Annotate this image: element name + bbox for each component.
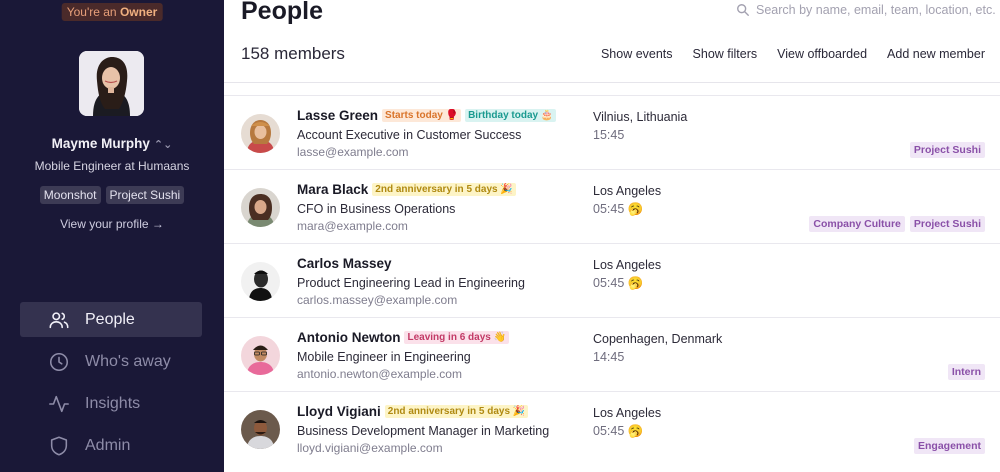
- person-name-row: Mara Black 2nd anniversary in 5 days 🎉: [297, 182, 516, 197]
- profile-role: Mobile Engineer at Humaans: [34, 159, 190, 173]
- view-offboarded-button[interactable]: View offboarded: [777, 47, 867, 61]
- list-item[interactable]: Carlos Massey Product Engineering Lead i…: [224, 243, 1000, 317]
- page-title: People: [241, 0, 323, 25]
- search-icon: [737, 4, 749, 16]
- profile-avatar[interactable]: [79, 51, 144, 116]
- show-events-button[interactable]: Show events: [601, 47, 673, 61]
- person-email[interactable]: lloyd.vigiani@example.com: [297, 441, 443, 455]
- chevron-updown-icon[interactable]: ⌃⌄: [154, 139, 172, 151]
- main-content: People Search by name, email, team, loca…: [224, 0, 1000, 472]
- profile-tag[interactable]: Moonshot: [39, 186, 101, 204]
- people-icon: [49, 311, 69, 328]
- members-count: 158 members: [241, 44, 345, 63]
- person-local-time: 05:45 🥱: [593, 276, 644, 290]
- person-email[interactable]: mara@example.com: [297, 219, 408, 233]
- avatar[interactable]: [241, 410, 280, 449]
- person-local-time: 05:45 🥱: [593, 202, 644, 216]
- person-location: Los Angeles: [593, 406, 662, 420]
- person-location: Los Angeles: [593, 184, 662, 198]
- person-name-row: Carlos Massey: [297, 256, 392, 271]
- divider: [224, 82, 1000, 83]
- avatar[interactable]: [241, 336, 280, 375]
- view-profile-link[interactable]: View your profile →: [0, 217, 224, 231]
- profile-name[interactable]: Mayme Murphy ⌃⌄: [0, 136, 224, 151]
- shield-icon: [50, 436, 68, 455]
- person-tags: Engagement: [913, 438, 985, 454]
- team-tag[interactable]: Project Sushi: [909, 142, 985, 158]
- person-local-time: 05:45 🥱: [593, 424, 644, 438]
- nav-item-whos-away[interactable]: Who's away: [20, 344, 202, 379]
- person-name-row: Lloyd Vigiani 2nd anniversary in 5 days …: [297, 404, 529, 419]
- team-tag[interactable]: Project Sushi: [909, 216, 985, 232]
- person-name-row: Antonio Newton Leaving in 6 days 👋: [297, 330, 510, 345]
- person-tags: Project Sushi: [909, 142, 985, 158]
- person-local-time: 15:45: [593, 128, 625, 142]
- list-item[interactable]: Antonio Newton Leaving in 6 days 👋 Mobil…: [224, 317, 1000, 391]
- person-tags: Intern: [947, 364, 985, 380]
- avatar[interactable]: [241, 114, 280, 153]
- people-list: Lasse Green Starts today 🥊 Birthday toda…: [224, 95, 1000, 465]
- person-name[interactable]: Carlos Massey: [297, 256, 392, 271]
- person-email[interactable]: antonio.newton@example.com: [297, 367, 462, 381]
- clock-icon: [49, 352, 69, 371]
- person-title: Product Engineering Lead in Engineering: [297, 276, 525, 290]
- nav-item-people[interactable]: People: [20, 302, 202, 337]
- show-filters-button[interactable]: Show filters: [693, 47, 758, 61]
- team-tag[interactable]: Company Culture: [809, 216, 905, 232]
- list-item[interactable]: Lloyd Vigiani 2nd anniversary in 5 days …: [224, 391, 1000, 465]
- status-badge: 2nd anniversary in 5 days 🎉: [372, 183, 516, 196]
- person-name[interactable]: Antonio Newton: [297, 330, 400, 345]
- status-badge: Birthday today 🎂: [465, 109, 557, 122]
- team-tag[interactable]: Intern: [947, 364, 985, 380]
- person-name[interactable]: Mara Black: [297, 182, 368, 197]
- add-new-member-button[interactable]: Add new member: [887, 47, 985, 61]
- person-location: Copenhagen, Denmark: [593, 332, 723, 346]
- person-location: Los Angeles: [593, 258, 662, 272]
- person-location: Vilnius, Lithuania: [593, 110, 688, 124]
- avatar[interactable]: [241, 262, 280, 301]
- person-title: Mobile Engineer in Engineering: [297, 350, 471, 364]
- search-input[interactable]: Search by name, email, team, location, e…: [736, 3, 996, 17]
- avatar[interactable]: [241, 188, 280, 227]
- status-badge: Starts today 🥊: [382, 109, 462, 122]
- nav-item-admin[interactable]: Admin: [20, 428, 202, 463]
- person-tags: Company Culture Project Sushi: [809, 216, 985, 232]
- profile-tag[interactable]: Project Sushi: [105, 186, 185, 204]
- profile-tags: Moonshot Project Sushi: [0, 186, 224, 204]
- status-badge: 2nd anniversary in 5 days 🎉: [384, 405, 529, 418]
- list-item[interactable]: Lasse Green Starts today 🥊 Birthday toda…: [224, 95, 1000, 169]
- activity-icon: [49, 395, 69, 412]
- person-title: CFO in Business Operations: [297, 202, 456, 216]
- toolbar-actions: Show events Show filters View offboarded…: [601, 47, 985, 61]
- nav-item-insights[interactable]: Insights: [20, 386, 202, 421]
- status-badge: Leaving in 6 days 👋: [404, 331, 510, 344]
- person-email[interactable]: carlos.massey@example.com: [297, 293, 457, 307]
- person-name[interactable]: Lasse Green: [297, 108, 378, 123]
- owner-badge: You're an Owner: [61, 3, 163, 21]
- person-name-row: Lasse Green Starts today 🥊 Birthday toda…: [297, 108, 557, 123]
- sidebar-nav: People Who's away Insights Admin: [20, 302, 202, 470]
- person-local-time: 14:45: [593, 350, 625, 364]
- person-title: Account Executive in Customer Success: [297, 128, 522, 142]
- person-name[interactable]: Lloyd Vigiani: [297, 404, 381, 419]
- person-title: Business Development Manager in Marketin…: [297, 424, 550, 438]
- team-tag[interactable]: Engagement: [913, 438, 985, 454]
- list-item[interactable]: Mara Black 2nd anniversary in 5 days 🎉 C…: [224, 169, 1000, 243]
- person-email[interactable]: lasse@example.com: [297, 145, 409, 159]
- sidebar: You're an Owner Mayme Murphy ⌃⌄ Mobile En…: [0, 0, 224, 472]
